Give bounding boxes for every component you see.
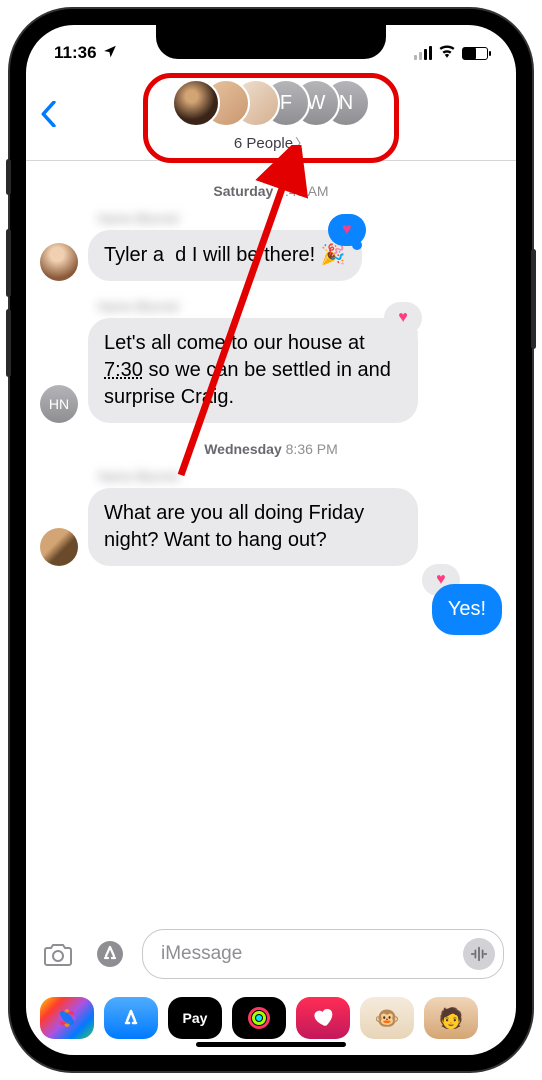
- message-list[interactable]: Saturday 7:43 AM Name Blurred ♥ Tyler an…: [26, 161, 516, 919]
- sender-avatar-2[interactable]: HN: [40, 385, 78, 423]
- message-bubble-4[interactable]: Yes!: [432, 584, 502, 635]
- message-row-2: HN ♥ Let's all come to our house at 7:30…: [40, 318, 502, 423]
- compose-bar: iMessage: [26, 919, 516, 989]
- group-title[interactable]: 6 People〉: [40, 133, 502, 152]
- chevron-right-icon: 〉: [295, 136, 308, 151]
- tapback-love-1[interactable]: ♥: [328, 214, 366, 246]
- sender-name-2: Name Blurred: [98, 299, 502, 314]
- timestamp-1: Saturday 7:43 AM: [40, 183, 502, 199]
- app-activity[interactable]: [232, 997, 286, 1039]
- app-memoji[interactable]: 🧑: [424, 997, 478, 1039]
- sender-avatar-3[interactable]: [40, 528, 78, 566]
- app-photos[interactable]: [40, 997, 94, 1039]
- power-button: [531, 249, 536, 349]
- tapback-love-2[interactable]: ♥: [384, 302, 422, 334]
- message-bubble-3[interactable]: What are you all doing Friday night? Wan…: [88, 488, 418, 566]
- app-animoji[interactable]: 🐵: [360, 997, 414, 1039]
- battery-icon: [462, 47, 488, 60]
- group-avatars[interactable]: F W N: [40, 79, 502, 127]
- camera-button[interactable]: [38, 934, 78, 974]
- message-placeholder: iMessage: [161, 943, 242, 965]
- status-time: 11:36: [54, 43, 97, 63]
- sender-name-1: Name Blurred: [98, 211, 502, 226]
- phone-frame: 11:36: [10, 9, 532, 1071]
- app-apple-pay[interactable]: Pay: [168, 997, 222, 1039]
- volume-down: [6, 309, 11, 377]
- message-bubble-2[interactable]: ♥ Let's all come to our house at 7:30 so…: [88, 318, 418, 423]
- message-row-1: ♥ Tyler and I will be there! 🎉: [40, 230, 502, 281]
- cellular-icon: [414, 46, 432, 60]
- avatar-1: [172, 79, 220, 127]
- sender-name-3: Name Blurred: [98, 469, 502, 484]
- conversation-header: F W N 6 People〉: [26, 73, 516, 161]
- message-row-3: What are you all doing Friday night? Wan…: [40, 488, 502, 566]
- app-digital-touch[interactable]: [296, 997, 350, 1039]
- volume-up: [6, 229, 11, 297]
- screen: 11:36: [26, 25, 516, 1055]
- audio-message-button[interactable]: [463, 938, 495, 970]
- app-store[interactable]: [104, 997, 158, 1039]
- app-store-button[interactable]: [90, 934, 130, 974]
- location-icon: [103, 43, 117, 63]
- timestamp-2: Wednesday 8:36 PM: [40, 441, 502, 457]
- message-row-4: ♥ Yes!: [40, 584, 502, 635]
- message-input[interactable]: iMessage: [142, 929, 504, 979]
- back-button[interactable]: [40, 101, 56, 133]
- sender-avatar-1[interactable]: [40, 243, 78, 281]
- wifi-icon: [438, 44, 456, 63]
- home-indicator[interactable]: [196, 1042, 346, 1047]
- mute-switch: [6, 159, 11, 195]
- notch: [156, 25, 386, 59]
- group-count-label: 6 People: [234, 135, 293, 152]
- message-bubble-1[interactable]: ♥ Tyler and I will be there! 🎉: [88, 230, 362, 281]
